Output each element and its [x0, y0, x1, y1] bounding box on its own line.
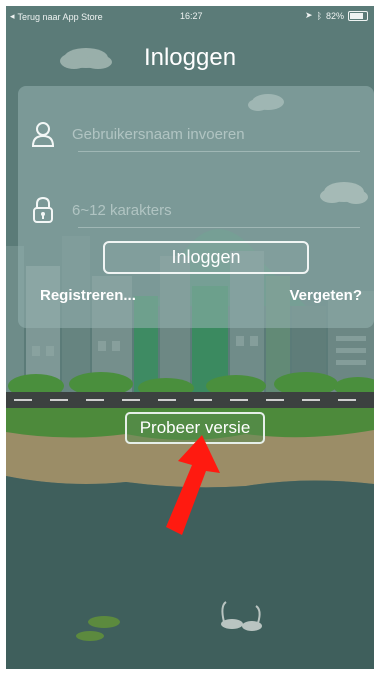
password-field[interactable]: 6~12 karakters [30, 192, 360, 228]
forgot-link[interactable]: Vergeten? [289, 287, 362, 304]
page-title: Inloggen [143, 44, 237, 71]
username-underline [78, 151, 360, 152]
status-time: 16:27 [180, 11, 203, 21]
battery-icon [348, 10, 368, 21]
register-link[interactable]: Registreren... [40, 287, 136, 304]
lock-icon [30, 195, 56, 225]
battery-level [350, 12, 364, 19]
battery-text: 82% [325, 10, 344, 21]
back-label: Terug naar App Store [17, 11, 103, 22]
username-field[interactable]: Gebruikersnaam invoeren [30, 116, 360, 152]
user-icon [30, 119, 56, 149]
login-button[interactable]: Inloggen [103, 241, 309, 274]
password-placeholder: 6~12 karakters [72, 201, 172, 219]
username-placeholder: Gebruikersnaam invoeren [72, 125, 245, 143]
login-card: Gebruikersnaam invoeren 6~12 karakters I… [18, 86, 374, 328]
bluetooth-icon: ᛒ [316, 10, 322, 21]
phone-screen: ◂ Terug naar App Store 16:27 ➤ ᛒ 82% Inl… [6, 6, 374, 669]
password-underline [78, 227, 360, 228]
back-to-app-store[interactable]: ◂ Terug naar App Store [10, 11, 103, 22]
status-bar: ◂ Terug naar App Store 16:27 ➤ ᛒ 82% [6, 6, 374, 26]
location-icon: ➤ [305, 10, 313, 20]
status-right: ➤ ᛒ 82% [305, 10, 368, 21]
back-arrow-icon: ◂ [10, 11, 15, 21]
pointer-arrow-icon [166, 435, 220, 535]
